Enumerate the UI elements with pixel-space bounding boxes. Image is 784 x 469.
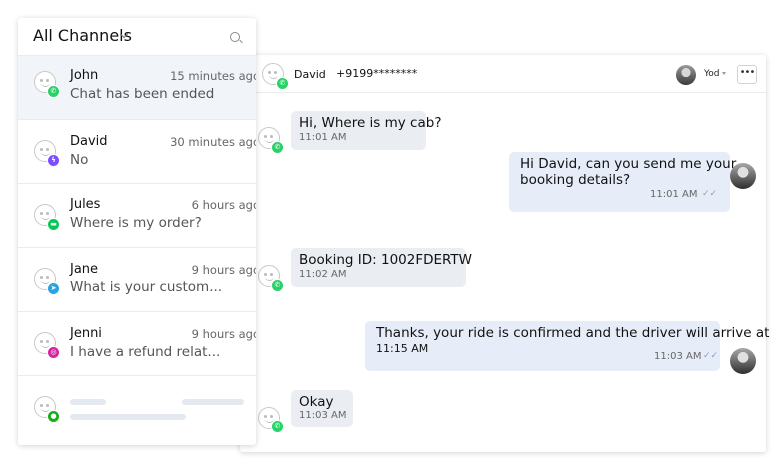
whatsapp-icon: ✆ bbox=[47, 85, 60, 98]
chat-header: ✆ David +9199******** Yod ••• bbox=[240, 55, 766, 93]
agent-avatar bbox=[730, 163, 756, 189]
message-text: Hi David, can you send me your bbox=[520, 156, 737, 172]
conversation-preview: Chat has been ended bbox=[70, 86, 215, 102]
wechat-icon: ● bbox=[47, 410, 60, 423]
conversation-time: 6 hours ago bbox=[191, 198, 256, 212]
conversation-item[interactable]: ▬ Jules 6 hours ago Where is my order? bbox=[18, 184, 256, 248]
message-bubble-outgoing: Thanks, your ride is confirmed and the d… bbox=[365, 321, 769, 371]
conversation-item[interactable]: ◎ Jenni 9 hours ago I have a refund rela… bbox=[18, 312, 256, 376]
whatsapp-icon: ✆ bbox=[271, 141, 284, 154]
message-text: Booking ID: 1002FDERTW bbox=[299, 252, 473, 268]
message-time: 11:03 AM bbox=[299, 410, 347, 421]
conversation-time: 9 hours ago bbox=[191, 327, 256, 341]
contact-phone: +9199******** bbox=[336, 67, 418, 80]
message-time: 11:01 AM bbox=[299, 132, 347, 143]
message-bubble-incoming: Booking ID: 1002FDERTW 11:02 AM bbox=[291, 248, 472, 287]
conversation-name: Jules bbox=[70, 197, 101, 212]
skeleton-line bbox=[182, 399, 244, 405]
agent-avatar bbox=[730, 348, 756, 374]
read-receipt-icon: ✓✓ bbox=[703, 351, 719, 361]
contact-name: David bbox=[294, 68, 326, 81]
conversation-preview: What is your custom... bbox=[70, 279, 223, 295]
message-text: Okay bbox=[299, 394, 334, 410]
message-time: 11:02 AM bbox=[299, 269, 347, 280]
read-receipt-icon: ✓✓ bbox=[702, 189, 718, 199]
message-time: 11:01 AM bbox=[650, 189, 698, 200]
conversation-list: All Channels ✆ John 15 minutes ago Chat … bbox=[18, 18, 256, 445]
channel-filter-label[interactable]: All Channels bbox=[33, 26, 132, 45]
message-time: 11:03 AM bbox=[654, 351, 702, 362]
conversation-time: 30 minutes ago bbox=[170, 135, 256, 149]
conversation-item[interactable]: ✆ John 15 minutes ago Chat has been ende… bbox=[18, 56, 256, 120]
conversation-name: Jenni bbox=[70, 326, 102, 341]
conversation-item-loading: ● bbox=[18, 376, 256, 440]
conversation-item[interactable]: ϟ David 30 minutes ago No bbox=[18, 120, 256, 184]
conversation-preview: Where is my order? bbox=[70, 215, 202, 231]
chat-panel: ✆ David +9199******** Yod ••• ✆ Hi, Wher… bbox=[240, 55, 769, 452]
conversation-item[interactable]: ➤ Jane 9 hours ago What is your custom..… bbox=[18, 248, 256, 312]
message-text: 11:15 AM bbox=[376, 342, 429, 355]
message-text: Thanks, your ride is confirmed and the d… bbox=[376, 325, 770, 341]
conversation-name: John bbox=[70, 68, 99, 83]
telegram-icon: ➤ bbox=[47, 282, 60, 295]
whatsapp-icon: ✆ bbox=[276, 77, 289, 90]
instagram-icon: ◎ bbox=[47, 346, 60, 359]
line-icon: ▬ bbox=[47, 218, 60, 231]
conversation-preview: No bbox=[70, 152, 89, 168]
skeleton-line bbox=[70, 414, 186, 420]
conversation-name: Jane bbox=[70, 262, 99, 277]
whatsapp-icon: ✆ bbox=[271, 279, 284, 292]
conversation-time: 15 minutes ago bbox=[170, 69, 256, 83]
conversation-name: David bbox=[70, 134, 108, 149]
conversation-preview: I have a refund relat... bbox=[70, 344, 221, 360]
whatsapp-icon: ✆ bbox=[271, 420, 284, 433]
agent-name[interactable]: Yod bbox=[704, 69, 720, 79]
conversation-time: 9 hours ago bbox=[191, 263, 256, 277]
more-options-button[interactable]: ••• bbox=[737, 65, 757, 84]
message-bubble-outgoing: Hi David, can you send me your booking d… bbox=[509, 152, 736, 212]
agent-avatar[interactable] bbox=[676, 65, 696, 85]
messenger-icon: ϟ bbox=[47, 154, 60, 167]
list-header: All Channels bbox=[18, 18, 256, 56]
caret-down-icon[interactable] bbox=[722, 72, 726, 75]
search-icon[interactable] bbox=[230, 32, 240, 42]
message-bubble-incoming: Okay 11:03 AM bbox=[291, 390, 353, 427]
message-text: booking details? bbox=[520, 172, 631, 188]
message-text: Hi, Where is my cab? bbox=[299, 115, 442, 131]
message-bubble-incoming: Hi, Where is my cab? 11:01 AM bbox=[291, 111, 441, 150]
skeleton-line bbox=[70, 399, 106, 405]
